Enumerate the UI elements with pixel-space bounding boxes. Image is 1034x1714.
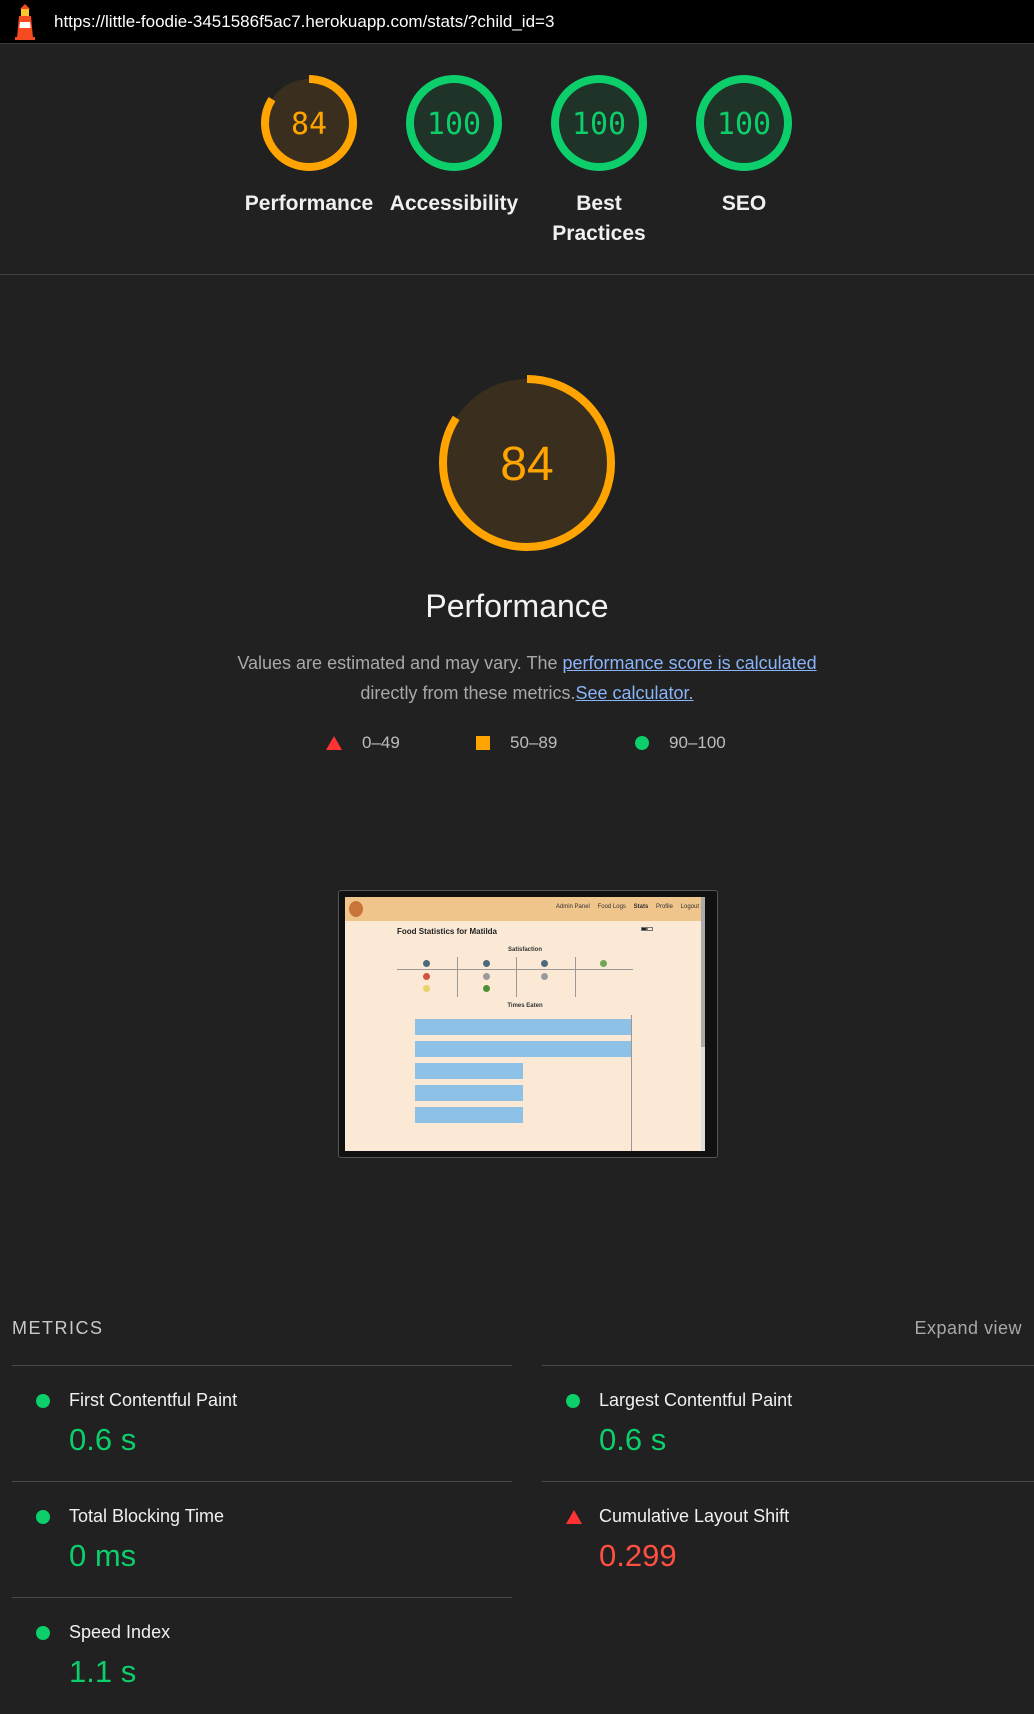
thumb-scrollbar bbox=[701, 897, 705, 1151]
pass-circle-icon bbox=[36, 1626, 50, 1640]
thumb-toggle-btn bbox=[647, 927, 653, 931]
thumb-logo-icon bbox=[349, 901, 363, 917]
thumb-food-icon bbox=[541, 973, 548, 980]
category-gauges: 84 Performance 100 Accessibility 100 Bes… bbox=[0, 43, 1034, 275]
thumb-divider bbox=[575, 957, 576, 997]
performance-description: Values are estimated and may vary. The p… bbox=[217, 648, 837, 708]
performance-title: Performance bbox=[425, 588, 609, 624]
pass-circle-icon bbox=[36, 1394, 50, 1408]
thumb-food-icon bbox=[423, 973, 430, 980]
metric-speed-index: Speed Index 1.1 s bbox=[12, 1597, 512, 1714]
metric-name: Total Blocking Time bbox=[69, 1506, 225, 1526]
gauge-best-practices[interactable]: 100 Best Practices bbox=[534, 73, 664, 249]
metric-value: 0.6 s bbox=[69, 1422, 137, 1457]
url-bar[interactable]: https://little-foodie-3451586f5ac7.herok… bbox=[0, 0, 1034, 44]
legend-average: 50–89 bbox=[476, 733, 557, 753]
metric-cumulative-layout-shift: Cumulative Layout Shift 0.299 bbox=[542, 1481, 1034, 1598]
metrics-header: METRICS bbox=[12, 1318, 104, 1338]
thumb-face-icon bbox=[600, 960, 607, 967]
gauge-performance[interactable]: 84 Performance bbox=[244, 73, 374, 219]
thumb-face-icon bbox=[423, 960, 430, 967]
thumb-face-icon bbox=[541, 960, 548, 967]
triangle-icon bbox=[326, 736, 342, 750]
gauge-label: Best Practices bbox=[552, 192, 646, 245]
gauge-label: SEO bbox=[721, 192, 767, 215]
thumb-heading: Food Statistics for Matilda bbox=[397, 927, 498, 936]
desc-text-1: Values are estimated and may vary. The bbox=[237, 653, 563, 673]
gauge-ring: 100 bbox=[406, 75, 502, 171]
thumb-section-times-eaten: Times Eaten bbox=[507, 1003, 543, 1009]
square-icon bbox=[476, 736, 490, 750]
legend-pass: 90–100 bbox=[635, 733, 726, 753]
gauge-ring: 100 bbox=[696, 75, 792, 171]
thumb-food-icon bbox=[483, 985, 490, 992]
lighthouse-icon bbox=[15, 3, 35, 40]
thumb-gridline bbox=[631, 1015, 632, 1151]
score-calculated-link[interactable]: performance score is calculated bbox=[563, 653, 817, 673]
gauge-score: 100 bbox=[427, 107, 481, 142]
score-legend: 0–49 50–89 90–100 bbox=[0, 733, 1034, 757]
legend-range: 0–49 bbox=[362, 733, 400, 752]
thumb-divider bbox=[516, 957, 517, 997]
gauge-score: 100 bbox=[572, 107, 626, 142]
screenshot-thumbnail: Admin Panel Food Logs Stats Profile Logo… bbox=[345, 897, 705, 1151]
thumb-toggle bbox=[641, 927, 653, 931]
final-screenshot[interactable]: Admin Panel Food Logs Stats Profile Logo… bbox=[338, 890, 718, 1158]
thumb-nav-item: Admin Panel bbox=[555, 904, 590, 910]
gauge-score: 100 bbox=[717, 107, 771, 142]
thumb-nav-item: Stats bbox=[633, 904, 649, 910]
thumb-face-icon bbox=[483, 960, 490, 967]
thumb-section-satisfaction: Satisfaction bbox=[507, 947, 542, 953]
thumb-divider bbox=[457, 957, 458, 997]
thumb-scroll-thumb bbox=[701, 897, 705, 1047]
metric-name: Speed Index bbox=[69, 1622, 171, 1642]
metric-value: 0.299 bbox=[599, 1538, 677, 1573]
thumb-food-icon bbox=[423, 985, 430, 992]
gauge-score: 84 bbox=[291, 107, 327, 142]
thumb-bar bbox=[415, 1107, 523, 1123]
thumb-bar bbox=[415, 1041, 631, 1057]
url-text: https://little-foodie-3451586f5ac7.herok… bbox=[54, 11, 555, 31]
thumb-bar bbox=[415, 1085, 523, 1101]
metric-name: Largest Contentful Paint bbox=[599, 1390, 793, 1410]
fail-triangle-icon bbox=[566, 1510, 582, 1524]
thumb-nav-item: Food Logs bbox=[597, 904, 626, 910]
pass-circle-icon bbox=[36, 1510, 50, 1524]
thumb-bar bbox=[415, 1063, 523, 1079]
thumb-nav-links: Admin Panel Food Logs Stats Profile Logo… bbox=[550, 904, 699, 910]
gauge-accessibility[interactable]: 100 Accessibility bbox=[389, 73, 519, 219]
gauge-seo[interactable]: 100 SEO bbox=[679, 73, 809, 219]
legend-range: 90–100 bbox=[669, 733, 726, 752]
legend-range: 50–89 bbox=[510, 733, 558, 752]
circle-icon bbox=[635, 736, 649, 750]
thumb-bar bbox=[415, 1019, 631, 1035]
gauge-ring: 84 bbox=[261, 75, 357, 171]
legend-fail: 0–49 bbox=[326, 733, 400, 753]
performance-score: 84 bbox=[500, 438, 553, 491]
thumb-food-icon bbox=[483, 973, 490, 980]
thumb-axis bbox=[397, 969, 633, 970]
thumb-nav-item: Profile bbox=[655, 904, 673, 910]
metric-largest-contentful-paint: Largest Contentful Paint 0.6 s bbox=[542, 1365, 1034, 1482]
metric-value: 1.1 s bbox=[69, 1654, 137, 1689]
desc-text-2: directly from these metrics. bbox=[360, 683, 576, 703]
performance-gauge-large: 84 bbox=[439, 375, 615, 551]
gauge-ring: 100 bbox=[551, 75, 647, 171]
see-calculator-link[interactable]: See calculator. bbox=[575, 683, 693, 703]
thumb-navbar: Admin Panel Food Logs Stats Profile Logo… bbox=[345, 897, 705, 921]
expand-view-toggle[interactable]: Expand view bbox=[914, 1318, 1022, 1339]
thumb-nav-item: Logout bbox=[680, 904, 699, 910]
metric-first-contentful-paint: First Contentful Paint 0.6 s bbox=[12, 1365, 512, 1482]
metric-name: First Contentful Paint bbox=[69, 1390, 238, 1410]
metric-value: 0 ms bbox=[69, 1538, 137, 1573]
metric-value: 0.6 s bbox=[599, 1422, 667, 1457]
gauge-label: Accessibility bbox=[389, 192, 519, 215]
metric-total-blocking-time: Total Blocking Time 0 ms bbox=[12, 1481, 512, 1598]
gauge-label: Performance bbox=[244, 192, 374, 215]
metric-name: Cumulative Layout Shift bbox=[599, 1506, 790, 1526]
pass-circle-icon bbox=[566, 1394, 580, 1408]
